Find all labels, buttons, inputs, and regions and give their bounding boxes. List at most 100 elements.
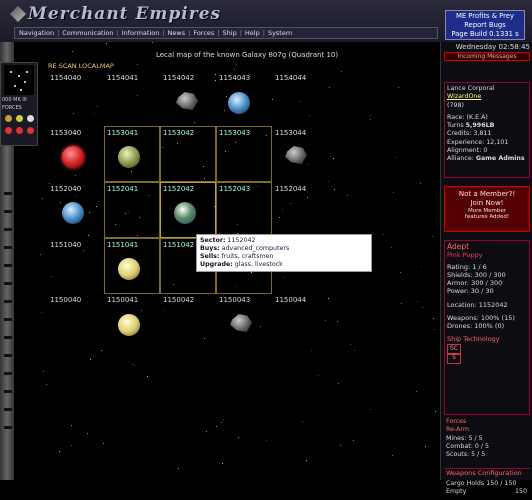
star — [41, 312, 42, 313]
server-datetime: Wednesday 02:58:45 — [455, 43, 530, 51]
sector-label[interactable]: 1151042 — [163, 241, 194, 249]
yellow-planet-icon[interactable] — [118, 314, 140, 336]
sector-label[interactable]: 1152040 — [50, 185, 81, 193]
yellow-planet-icon[interactable] — [118, 258, 140, 280]
sector-label[interactable]: 1152042 — [163, 185, 194, 193]
star — [350, 344, 351, 345]
star — [134, 365, 135, 366]
nav-navigation[interactable]: Navigation — [19, 29, 54, 37]
sector-label[interactable]: 1150042 — [163, 296, 194, 304]
sector-label[interactable]: 1154044 — [275, 74, 306, 82]
star — [101, 350, 102, 351]
blue-planet-icon[interactable] — [228, 92, 250, 114]
star — [302, 421, 303, 422]
sector-label[interactable]: 1154042 — [163, 74, 194, 82]
nav-system[interactable]: System — [268, 29, 292, 37]
rearm-link[interactable]: Re-Arm — [444, 426, 530, 434]
sector-label[interactable]: 1151041 — [107, 241, 138, 249]
star — [59, 451, 60, 452]
sector-label[interactable]: 1153044 — [275, 129, 306, 137]
star — [90, 359, 91, 360]
force-red-icon-1[interactable] — [5, 127, 12, 134]
member-promo[interactable]: Not a Member?! Join Now! More Member fea… — [444, 186, 530, 232]
star — [106, 43, 107, 44]
star — [328, 181, 329, 182]
nav-news[interactable]: News — [168, 29, 186, 37]
asteroid-icon[interactable] — [176, 92, 198, 110]
mine-icon[interactable] — [5, 115, 12, 122]
sector-label[interactable]: 1153040 — [50, 129, 81, 137]
star — [141, 310, 142, 311]
sector-label[interactable]: 1153042 — [163, 129, 194, 137]
alliance-value[interactable]: Game Admins — [476, 155, 525, 162]
sector-label[interactable]: 1150043 — [219, 296, 250, 304]
sector-label[interactable]: 1154040 — [50, 74, 81, 82]
forces-title: Forces — [446, 418, 467, 425]
nav-help[interactable]: Help — [245, 29, 260, 37]
green-planet-icon[interactable] — [118, 146, 140, 168]
status-panel: Wednesday 02:58:45 Incoming Messages Lan… — [440, 42, 532, 495]
sector-label[interactable]: 1154041 — [107, 74, 138, 82]
tooltip-buys: advanced_computers — [221, 245, 290, 252]
star — [318, 375, 319, 376]
weapons-config-link[interactable]: Weapons Configuration — [444, 468, 530, 477]
nav-ship[interactable]: Ship — [223, 29, 237, 37]
mini-panel: 000 MK III FORCES — [0, 62, 38, 146]
star — [290, 203, 291, 204]
force-red-icon-2[interactable] — [16, 127, 23, 134]
rescan-button[interactable]: RE SCAN LOCALMAP — [48, 62, 114, 70]
incoming-messages-link[interactable]: Incoming Messages — [444, 52, 530, 61]
combat-drone-icon[interactable] — [16, 115, 23, 122]
scout-icon[interactable] — [27, 115, 34, 122]
join-now-link[interactable]: Join Now! — [445, 199, 529, 208]
empty-label: Empty — [446, 488, 467, 496]
ship-name[interactable]: Pink Puppy — [445, 251, 529, 259]
star — [97, 106, 98, 107]
star — [206, 431, 207, 432]
sector-label[interactable]: 1152043 — [219, 185, 250, 193]
star — [103, 443, 104, 444]
star — [42, 198, 43, 199]
sector-label[interactable]: 1152044 — [275, 185, 306, 193]
star — [370, 115, 371, 116]
tooltip-sells-label: Sells: — [200, 253, 220, 260]
asteroid-icon[interactable] — [285, 146, 307, 164]
star — [71, 445, 72, 446]
player-turns: Turns 5,996LB — [445, 122, 529, 130]
sector-label[interactable]: 1150040 — [50, 296, 81, 304]
red-planet-icon[interactable] — [62, 146, 84, 168]
ship-location: Location: 1152042 — [447, 300, 508, 309]
tooltip-sector-label: Sector: — [200, 237, 226, 244]
nav-communication[interactable]: Communication — [62, 29, 113, 37]
star — [84, 185, 85, 186]
star — [266, 440, 267, 441]
star — [43, 371, 44, 372]
star — [89, 212, 90, 213]
star — [137, 64, 138, 65]
asteroid-icon[interactable] — [230, 314, 252, 332]
player-name[interactable]: WizardOne — [445, 93, 529, 101]
mini-map[interactable] — [4, 65, 34, 95]
ship-weapons: Weapons: 100% (15) — [447, 314, 515, 323]
force-red-icon-3[interactable] — [27, 127, 34, 134]
sector-label[interactable]: 1153043 — [219, 129, 250, 137]
sector-label[interactable]: 1150044 — [275, 296, 306, 304]
star — [333, 158, 334, 159]
ship-armor: Armor: 300 / 300 — [447, 279, 503, 288]
alliance-label: Alliance: — [447, 155, 474, 163]
nav-information[interactable]: Information — [122, 29, 160, 37]
star — [215, 80, 216, 81]
nav-forces[interactable]: Forces — [193, 29, 214, 37]
star — [224, 110, 225, 111]
star — [325, 320, 326, 321]
earth-planet-icon[interactable] — [174, 202, 196, 224]
forces-label: FORCES — [2, 105, 22, 111]
report-bugs-link[interactable]: Report Bugs — [446, 21, 524, 30]
sector-label[interactable]: 1152041 — [107, 185, 138, 193]
sector-label[interactable]: 1151040 — [50, 241, 81, 249]
sector-label[interactable]: 1150041 — [107, 296, 138, 304]
blue-planet-icon[interactable] — [62, 202, 84, 224]
star — [83, 250, 84, 251]
sector-label[interactable]: 1153041 — [107, 129, 138, 137]
sector-label[interactable]: 1154043 — [219, 74, 250, 82]
